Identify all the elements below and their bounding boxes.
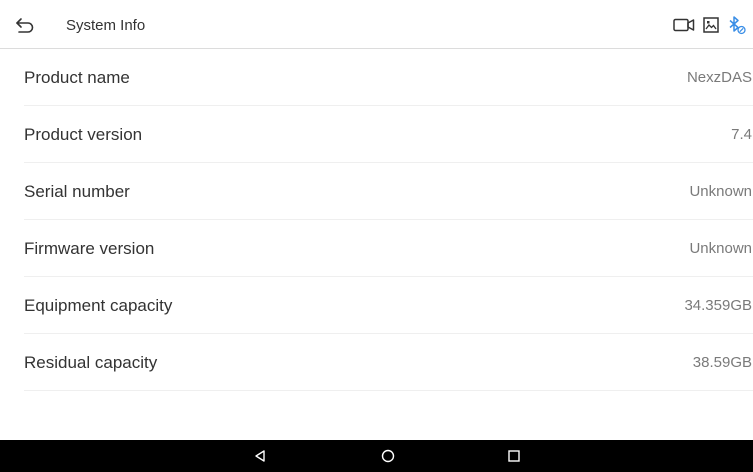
row-residual-capacity[interactable]: Residual capacity 38.59GB — [24, 334, 753, 391]
navigation-bar — [0, 440, 753, 472]
nav-recents-button[interactable] — [504, 447, 524, 465]
back-arrow-icon — [16, 18, 34, 33]
nav-back-button[interactable] — [250, 447, 270, 465]
row-value: NexzDAS — [686, 69, 752, 86]
row-label: Product version — [24, 125, 143, 144]
row-value: 38.59GB — [692, 354, 752, 371]
page-title: System Info — [66, 17, 146, 34]
row-label: Residual capacity — [24, 353, 158, 372]
status-icons — [673, 15, 747, 35]
row-label: Equipment capacity — [24, 296, 173, 315]
bluetooth-icon[interactable] — [727, 15, 747, 35]
row-value: Unknown — [689, 183, 752, 200]
back-triangle-icon — [255, 450, 265, 462]
row-equipment-capacity[interactable]: Equipment capacity 34.359GB — [24, 277, 753, 334]
back-button[interactable] — [12, 13, 38, 37]
info-list: Product name NexzDAS Product version 7.4… — [0, 49, 753, 391]
row-product-name[interactable]: Product name NexzDAS — [24, 49, 753, 106]
row-label: Firmware version — [24, 239, 155, 258]
row-value: 34.359GB — [684, 297, 752, 314]
gallery-icon[interactable] — [703, 17, 719, 33]
row-serial-number[interactable]: Serial number Unknown — [24, 163, 753, 220]
row-firmware-version[interactable]: Firmware version Unknown — [24, 220, 753, 277]
video-camera-icon[interactable] — [673, 17, 695, 33]
title-bar: System Info — [0, 0, 753, 49]
row-label: Serial number — [24, 182, 130, 201]
home-circle-icon — [381, 449, 395, 463]
system-info-screen: System Info Product name NexzDAS Product… — [0, 0, 753, 472]
row-value: 7.4 — [731, 126, 752, 143]
row-label: Product name — [24, 68, 130, 87]
row-product-version[interactable]: Product version 7.4 — [24, 106, 753, 163]
recents-square-icon — [508, 450, 520, 462]
nav-home-button[interactable] — [378, 447, 398, 465]
row-value: Unknown — [689, 240, 752, 257]
